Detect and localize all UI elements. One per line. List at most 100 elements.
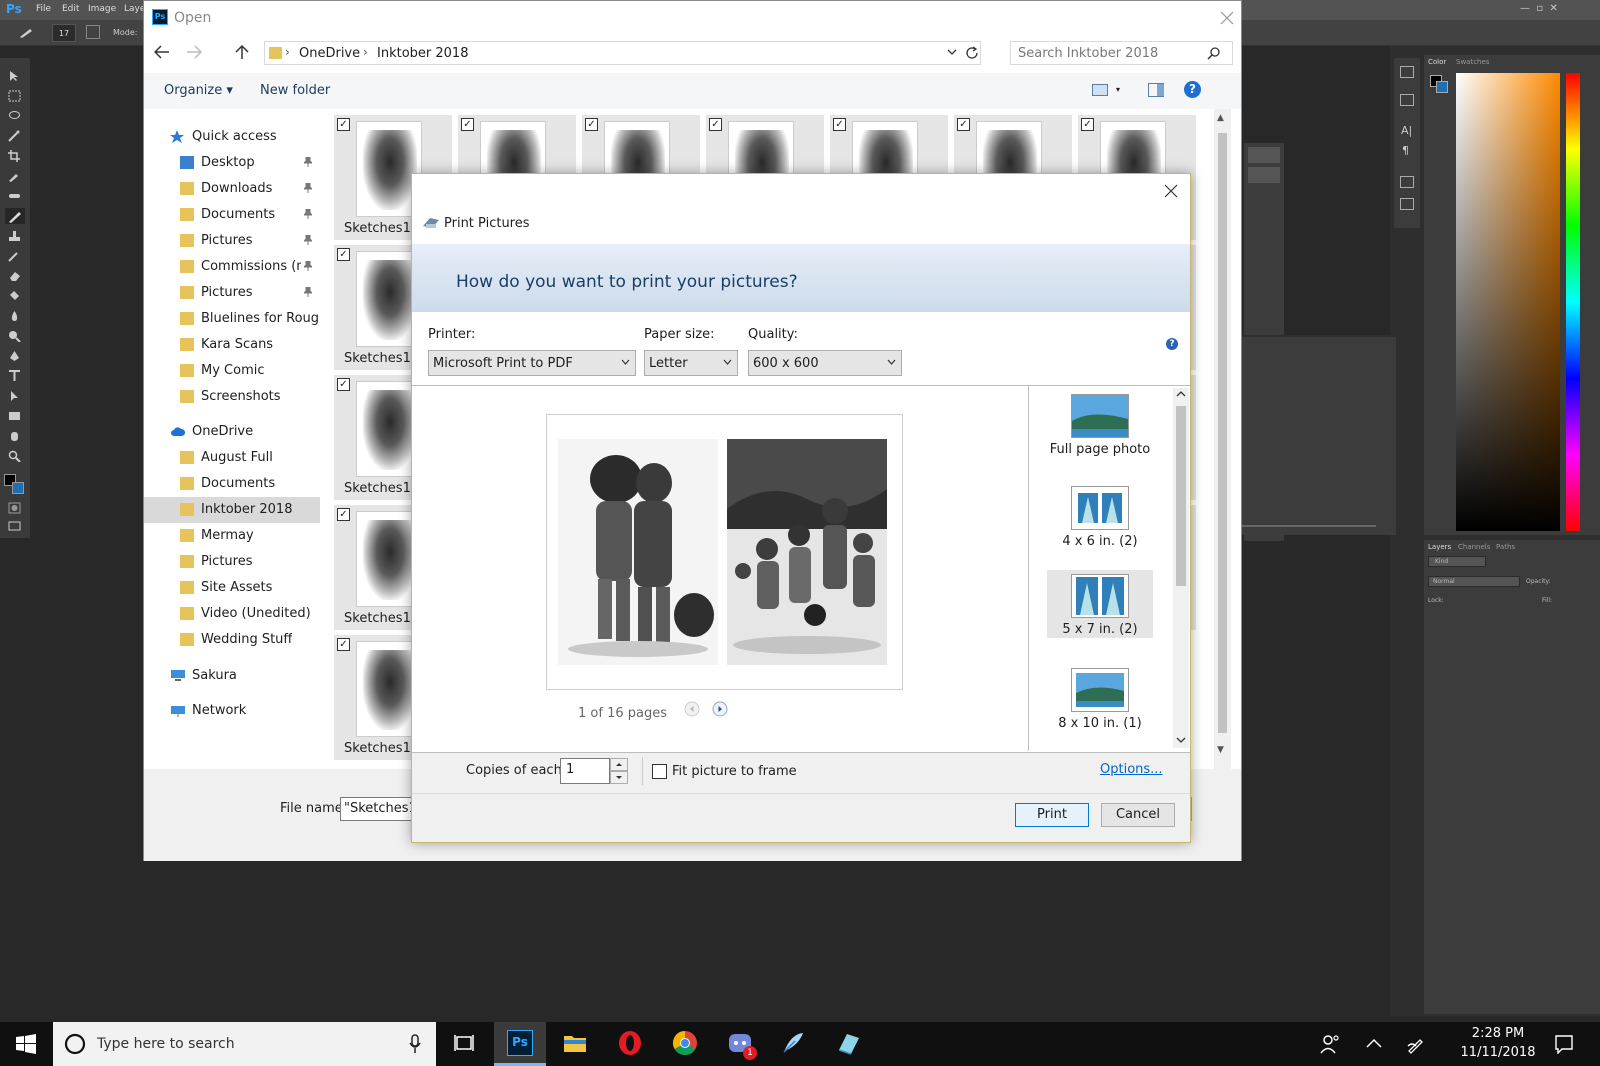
preview-pane-icon[interactable] — [1148, 83, 1164, 97]
eraser-tool-icon[interactable] — [8, 270, 21, 282]
printer-select[interactable]: Microsoft Print to PDF — [428, 350, 636, 376]
pen-workspace-icon[interactable] — [1406, 1034, 1426, 1054]
nav-item-kara-scans[interactable]: Kara Scans — [144, 332, 320, 358]
layout-full-page-photo[interactable]: Full page photo — [1047, 390, 1153, 460]
file-explorer-icon[interactable] — [562, 1030, 588, 1056]
breadcrumb-onedrive[interactable]: OneDrive — [299, 46, 360, 61]
layout-8x10[interactable]: 8 x 10 in. (1) — [1047, 664, 1153, 734]
windows-start-icon[interactable] — [16, 1034, 36, 1054]
address-bar[interactable]: › OneDrive › Inktober 2018 — [264, 41, 981, 65]
layers-kind-filter[interactable]: Kind — [1428, 556, 1486, 567]
print-button[interactable]: Print — [1015, 803, 1089, 827]
sketch-app-icon[interactable] — [835, 1030, 861, 1056]
nav-item-bluelines[interactable]: Bluelines for Roughs — [144, 306, 320, 332]
print-close-icon[interactable] — [1164, 184, 1178, 198]
cancel-button[interactable]: Cancel — [1101, 803, 1175, 827]
file-checkbox[interactable]: ✓ — [709, 118, 722, 131]
nav-item-video-unedited[interactable]: Video (Unedited) — [144, 601, 320, 627]
breadcrumb-separator-icon[interactable]: › — [363, 45, 368, 59]
file-checkbox[interactable]: ✓ — [337, 248, 350, 261]
nav-item-pictures-2[interactable]: Pictures — [144, 280, 320, 306]
file-checkbox[interactable]: ✓ — [337, 118, 350, 131]
move-tool-icon[interactable] — [8, 70, 21, 82]
hue-slider[interactable] — [1566, 73, 1580, 531]
nav-onedrive[interactable]: OneDrive — [144, 419, 320, 445]
quick-mask-icon[interactable] — [8, 502, 21, 514]
styles-panel-icon[interactable] — [1400, 198, 1414, 210]
color-tab[interactable]: Color — [1428, 58, 1446, 66]
nav-item-onedrive-pictures[interactable]: Pictures — [144, 549, 320, 575]
taskbar-search-box[interactable]: Type here to search — [53, 1022, 436, 1066]
refresh-icon[interactable] — [965, 46, 979, 60]
magic-wand-tool-icon[interactable] — [8, 130, 21, 142]
paint-bucket-tool-icon[interactable] — [8, 290, 21, 302]
nav-item-commissions[interactable]: Commissions (nc — [144, 254, 320, 280]
file-checkbox[interactable]: ✓ — [461, 118, 474, 131]
pin-icon[interactable] — [304, 287, 312, 297]
history-brush-tool-icon[interactable] — [8, 250, 21, 262]
rectangle-tool-icon[interactable] — [8, 410, 21, 422]
show-hidden-icons-chevron-icon[interactable] — [1366, 1038, 1382, 1048]
color-bg-swatch[interactable] — [1436, 81, 1448, 93]
scroll-thumb[interactable] — [1218, 133, 1227, 733]
nav-item-site-assets[interactable]: Site Assets — [144, 575, 320, 601]
search-icon[interactable] — [1207, 46, 1221, 60]
properties-panel-icon[interactable] — [1400, 176, 1414, 188]
nav-item-august-full[interactable]: August Full — [144, 445, 320, 471]
brush-tool-active-icon[interactable] — [5, 208, 25, 224]
marquee-tool-icon[interactable] — [8, 90, 21, 102]
lasso-tool-icon[interactable] — [8, 110, 21, 122]
search-input[interactable]: Search Inktober 2018 — [1010, 41, 1233, 65]
layout-4x6[interactable]: 4 x 6 in. (2) — [1047, 482, 1153, 552]
ps-menu-edit[interactable]: Edit — [62, 4, 79, 14]
fit-picture-checkbox[interactable] — [652, 764, 667, 779]
clone-stamp-tool-icon[interactable] — [8, 230, 21, 242]
file-checkbox[interactable]: ✓ — [957, 118, 970, 131]
nav-item-downloads[interactable]: Downloads — [144, 176, 320, 202]
cortana-icon[interactable] — [63, 1032, 87, 1056]
print-help-icon[interactable]: ? — [1166, 338, 1178, 350]
scroll-down-icon[interactable]: ▼ — [1217, 745, 1224, 755]
pin-icon[interactable] — [304, 209, 312, 219]
screen-mode-icon[interactable] — [8, 520, 21, 532]
photoshop-taskbar-icon[interactable]: Ps — [507, 1030, 533, 1056]
brush-tool-icon[interactable] — [18, 27, 38, 39]
copies-increment-button[interactable] — [610, 758, 628, 771]
breadcrumb-inktober[interactable]: Inktober 2018 — [377, 46, 468, 61]
next-page-icon[interactable] — [712, 701, 728, 717]
brush-presets-icon[interactable] — [1400, 94, 1414, 106]
task-view-icon[interactable] — [452, 1030, 478, 1056]
layout-scroll-thumb[interactable] — [1176, 406, 1186, 586]
nav-item-documents[interactable]: Documents — [144, 202, 320, 228]
microphone-icon[interactable] — [409, 1034, 421, 1054]
character-panel-icon[interactable]: A| — [1401, 124, 1412, 137]
nav-quick-access[interactable]: Quick access — [144, 124, 320, 150]
file-checkbox[interactable]: ✓ — [833, 118, 846, 131]
ps-menu-file[interactable]: File — [36, 4, 51, 14]
quality-select[interactable]: 600 x 600 — [748, 350, 902, 376]
file-checkbox[interactable]: ✓ — [337, 508, 350, 521]
back-arrow-icon[interactable] — [154, 45, 170, 59]
layout-5x7[interactable]: 5 x 7 in. (2) — [1047, 570, 1153, 638]
people-icon[interactable] — [1320, 1034, 1340, 1054]
file-name-input[interactable]: "Sketches1 — [340, 797, 420, 821]
change-view-icon[interactable] — [1092, 84, 1108, 96]
paper-size-select[interactable]: Letter — [644, 350, 738, 376]
paths-tab[interactable]: Paths — [1496, 543, 1515, 551]
background-color-swatch[interactable] — [12, 482, 24, 494]
file-checkbox[interactable]: ✓ — [337, 638, 350, 651]
options-link[interactable]: Options... — [1100, 762, 1163, 777]
scroll-up-icon[interactable]: ▲ — [1217, 113, 1224, 123]
hand-tool-icon[interactable] — [8, 430, 21, 442]
view-options-chevron-icon[interactable]: ▾ — [1116, 85, 1120, 94]
paragraph-panel-icon[interactable]: ¶ — [1402, 144, 1409, 157]
help-icon[interactable]: ? — [1184, 81, 1201, 98]
address-history-chevron-icon[interactable] — [947, 48, 957, 56]
color-spectrum-picker[interactable] — [1456, 73, 1560, 531]
pin-icon[interactable] — [304, 235, 312, 245]
file-checkbox[interactable]: ✓ — [1081, 118, 1094, 131]
layout-scroll-up-icon[interactable] — [1176, 390, 1186, 398]
taskbar-clock[interactable]: 2:28 PM 11/11/2018 — [1458, 1024, 1538, 1064]
up-arrow-icon[interactable] — [235, 44, 249, 60]
previous-page-icon[interactable] — [684, 701, 700, 717]
